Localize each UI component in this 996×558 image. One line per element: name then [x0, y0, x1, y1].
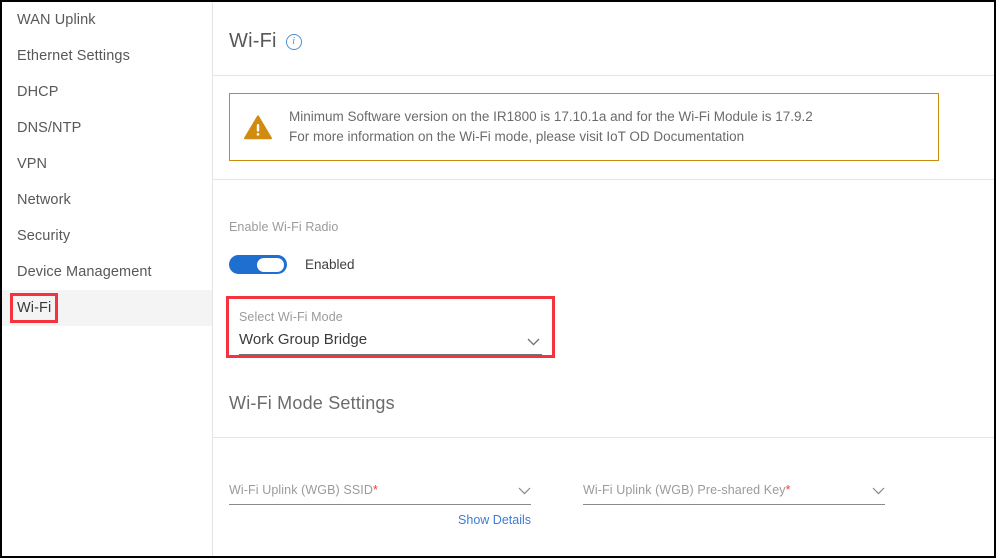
- warning-banner-text: Minimum Software version on the IR1800 i…: [289, 107, 813, 147]
- field-wgb-preshared-key: Wi-Fi Uplink (WGB) Pre-shared Key*: [583, 483, 885, 527]
- wgb-preshared-key-control[interactable]: Wi-Fi Uplink (WGB) Pre-shared Key*: [583, 483, 885, 505]
- warning-triangle-icon: [244, 114, 272, 139]
- sidebar-item-dhcp[interactable]: DHCP: [2, 74, 212, 110]
- select-wifi-mode[interactable]: Select Wi-Fi Mode Work Group Bridge: [229, 299, 552, 355]
- sidebar-item-label: WAN Uplink: [17, 12, 96, 28]
- wgb-ssid-label: Wi-Fi Uplink (WGB) SSID*: [229, 483, 378, 497]
- select-wifi-mode-label: Select Wi-Fi Mode: [239, 310, 343, 324]
- warning-banner-line-2: For more information on the Wi-Fi mode, …: [289, 129, 745, 144]
- select-wifi-mode-value: Work Group Bridge: [239, 331, 368, 348]
- select-wifi-mode-highlight: Select Wi-Fi Mode Work Group Bridge: [226, 296, 555, 358]
- sidebar-item-ethernet-settings[interactable]: Ethernet Settings: [2, 38, 212, 74]
- sidebar-item-security[interactable]: Security: [2, 218, 212, 254]
- required-marker: *: [372, 483, 378, 497]
- sidebar-item-label: VPN: [17, 156, 48, 172]
- enable-wifi-radio-row: Enabled: [229, 236, 994, 274]
- warning-banner: Minimum Software version on the IR1800 i…: [229, 93, 939, 161]
- wgb-preshared-key-label: Wi-Fi Uplink (WGB) Pre-shared Key*: [583, 483, 791, 497]
- sidebar-item-label: Device Management: [17, 264, 152, 280]
- chevron-down-icon[interactable]: [872, 487, 885, 495]
- sidebar-item-label: DNS/NTP: [17, 120, 82, 136]
- enable-wifi-radio-toggle[interactable]: [229, 255, 287, 274]
- sidebar-item-network[interactable]: Network: [2, 182, 212, 218]
- select-wifi-mode-control[interactable]: Work Group Bridge: [239, 326, 542, 355]
- page-header: Wi-Fi i: [213, 2, 994, 53]
- show-details-link[interactable]: Show Details: [458, 513, 531, 527]
- section-title-wifi-mode-settings: Wi-Fi Mode Settings: [229, 393, 395, 413]
- sidebar-item-device-management[interactable]: Device Management: [2, 254, 212, 290]
- warning-banner-wrap: Minimum Software version on the IR1800 i…: [213, 76, 994, 161]
- show-details-link-wrap: Show Details: [229, 505, 531, 527]
- sidebar-item-label: Network: [17, 192, 71, 208]
- sidebar-item-wifi[interactable]: Wi-Fi: [2, 290, 212, 326]
- wifi-mode-settings-fields: Wi-Fi Uplink (WGB) SSID* Show Details Wi…: [213, 438, 994, 527]
- app-window: WAN Uplink Ethernet Settings DHCP DNS/NT…: [0, 0, 996, 558]
- sidebar-item-wan-uplink[interactable]: WAN Uplink: [2, 2, 212, 38]
- toggle-knob: [257, 257, 284, 272]
- sidebar-navigation: WAN Uplink Ethernet Settings DHCP DNS/NT…: [2, 2, 213, 556]
- page-title: Wi-Fi: [229, 30, 277, 52]
- sidebar-item-label: Ethernet Settings: [17, 48, 130, 64]
- sidebar-item-dns-ntp[interactable]: DNS/NTP: [2, 110, 212, 146]
- field-wgb-ssid: Wi-Fi Uplink (WGB) SSID* Show Details: [229, 483, 531, 527]
- main-content: Wi-Fi i Minimum Software version on the …: [213, 2, 994, 556]
- chevron-down-icon[interactable]: [518, 487, 531, 495]
- sidebar-item-label: Wi-Fi: [9, 293, 59, 323]
- sidebar-item-label: Security: [17, 228, 71, 244]
- toggle-state-label: Enabled: [305, 257, 355, 272]
- warning-banner-line-1: Minimum Software version on the IR1800 i…: [289, 109, 813, 124]
- chevron-down-icon[interactable]: [527, 338, 540, 346]
- required-marker: *: [785, 483, 791, 497]
- sidebar-item-vpn[interactable]: VPN: [2, 146, 212, 182]
- sidebar-item-label: DHCP: [17, 84, 59, 100]
- wgb-ssid-control[interactable]: Wi-Fi Uplink (WGB) SSID*: [229, 483, 531, 505]
- info-icon[interactable]: i: [285, 33, 302, 50]
- enable-radio-label-wrap: Enable Wi-Fi Radio: [229, 180, 994, 236]
- enable-wifi-radio-label: Enable Wi-Fi Radio: [229, 220, 339, 234]
- wifi-form: Enable Wi-Fi Radio Enabled Select Wi-Fi …: [213, 180, 994, 414]
- bottom-fields-row: Wi-Fi Uplink (WGB) SSID* Show Details Wi…: [229, 438, 994, 527]
